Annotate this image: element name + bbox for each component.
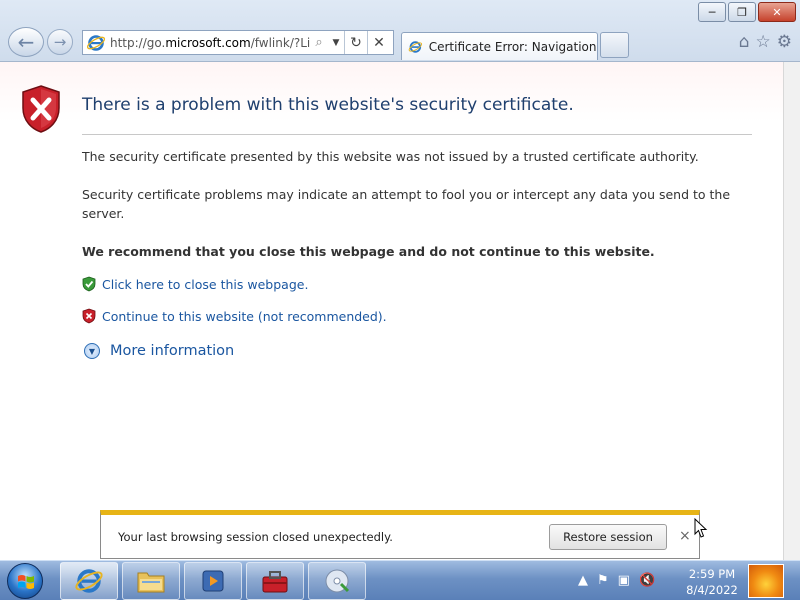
title-divider <box>82 134 752 135</box>
tab-certificate-error[interactable]: Certificate Error: Navigation ... <box>401 32 598 60</box>
system-tray: ▲ ⚑ ▣ 🔇 <box>578 573 655 588</box>
explorer-folder-icon <box>137 572 165 593</box>
browser-chrome: ─ ❐ ✕ ← → http://go.microsoft.com/fwlink… <box>0 0 800 62</box>
toolbox-app-icon <box>262 571 288 593</box>
ie-page-icon <box>86 34 106 51</box>
clock-time: 2:59 PM <box>688 567 736 581</box>
maximize-button[interactable]: ❐ <box>728 2 756 22</box>
action-center-flag-icon[interactable]: ⚑ <box>597 573 609 588</box>
windows-flag-icon <box>18 575 34 589</box>
tools-gear-icon[interactable]: ⚙ <box>777 32 792 52</box>
favorites-star-icon[interactable]: ☆ <box>756 32 771 52</box>
media-player-icon <box>202 570 224 592</box>
window-controls: ─ ❐ ✕ <box>698 2 796 22</box>
continue-website-row[interactable]: Continue to this website (not recommende… <box>82 308 387 324</box>
forward-button[interactable]: → <box>47 29 73 55</box>
tab-title: Certificate Error: Navigation ... <box>428 39 597 54</box>
clock-date: 8/4/2022 <box>686 583 738 597</box>
close-window-button[interactable]: ✕ <box>758 2 796 22</box>
search-icon[interactable]: ⌕ <box>310 35 328 50</box>
taskbar-disc-app[interactable] <box>308 562 366 600</box>
minimize-button[interactable]: ─ <box>698 2 726 22</box>
taskbar-toolbox-app[interactable] <box>246 562 304 600</box>
mouse-cursor-icon <box>694 518 708 538</box>
url-text[interactable]: http://go.microsoft.com/fwlink/?LinkI <box>110 36 310 50</box>
vertical-scrollbar[interactable] <box>784 62 800 560</box>
dropdown-arrow-icon[interactable]: ▼ <box>328 38 344 48</box>
green-shield-check-icon <box>82 276 96 292</box>
disc-app-icon <box>325 569 350 593</box>
taskbar-internet-explorer[interactable] <box>60 562 118 600</box>
more-information-link[interactable]: More information <box>110 343 234 359</box>
error-shield-icon <box>22 85 60 133</box>
show-hidden-icons-icon[interactable]: ▲ <box>578 573 588 588</box>
certificate-error-page: There is a problem with this website's s… <box>0 62 784 560</box>
toolbar-icons: ⌂ ☆ ⚙ <box>739 32 792 52</box>
restore-session-button[interactable]: Restore session <box>549 524 667 550</box>
notification-close-icon[interactable]: × <box>679 528 691 544</box>
address-bar[interactable]: http://go.microsoft.com/fwlink/?LinkI ⌕ … <box>82 30 394 55</box>
volume-muted-icon[interactable]: 🔇 <box>639 573 655 588</box>
more-information-row[interactable]: ▼ More information <box>84 343 234 359</box>
internet-explorer-icon <box>75 569 103 593</box>
notification-message: Your last browsing session closed unexpe… <box>118 530 393 544</box>
page-title: There is a problem with this website's s… <box>82 95 574 115</box>
taskbar-explorer[interactable] <box>122 562 180 600</box>
expand-chevron-icon[interactable]: ▼ <box>84 343 100 359</box>
start-button[interactable] <box>7 563 43 599</box>
forward-arrow-icon: → <box>53 33 67 51</box>
close-webpage-link[interactable]: Click here to close this webpage. <box>102 277 308 292</box>
continue-website-link[interactable]: Continue to this website (not recommende… <box>102 309 387 324</box>
show-desktop-button[interactable] <box>748 564 784 598</box>
security-warning-text: Security certificate problems may indica… <box>82 187 731 221</box>
new-tab-button[interactable] <box>600 32 629 58</box>
network-icon[interactable]: ▣ <box>618 573 630 588</box>
red-shield-x-icon <box>82 308 96 324</box>
session-restore-notification: Your last browsing session closed unexpe… <box>100 510 700 559</box>
system-clock[interactable]: 2:59 PM 8/4/2022 <box>686 566 738 598</box>
taskbar-media-player[interactable] <box>184 562 242 600</box>
close-webpage-row[interactable]: Click here to close this webpage. <box>82 276 308 292</box>
home-icon[interactable]: ⌂ <box>739 32 750 52</box>
windows-taskbar: ▲ ⚑ ▣ 🔇 2:59 PM 8/4/2022 <box>0 560 800 600</box>
back-button[interactable]: ← <box>8 27 44 57</box>
back-arrow-icon: ← <box>17 30 35 54</box>
ie-tab-icon <box>408 40 423 53</box>
stop-icon[interactable]: ✕ <box>368 35 390 51</box>
refresh-icon[interactable]: ↻ <box>345 35 367 51</box>
recommendation-text: We recommend that you close this webpage… <box>82 244 655 259</box>
certificate-issue-text: The security certificate presented by th… <box>82 149 699 164</box>
